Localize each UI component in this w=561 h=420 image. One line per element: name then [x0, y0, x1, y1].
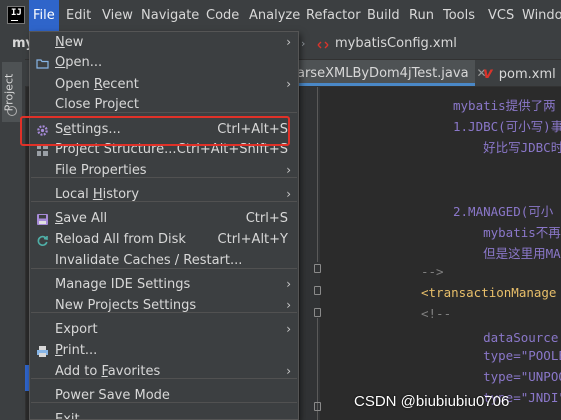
save-icon: [36, 212, 49, 225]
code-line: 2.MANAGED(可小: [453, 204, 554, 219]
menu-item-exit[interactable]: Exit: [30, 409, 298, 420]
menu-item-reload-all-from-disk[interactable]: Reload All from Disk Ctrl+Alt+Y: [30, 229, 298, 250]
project-toolwindow-tab[interactable]: Project: [2, 62, 22, 122]
tab-label: pom.xml (s: [498, 67, 561, 82]
menu-view[interactable]: View: [102, 0, 133, 31]
menu-item-label: Open Recent: [55, 77, 139, 92]
project-icon: [7, 106, 17, 116]
code-line: 但是这里用MA: [453, 246, 561, 261]
submenu-arrow-icon: ›: [286, 364, 291, 378]
menu-tools[interactable]: Tools: [443, 0, 475, 31]
code-line: type="UNPOOLED: [483, 369, 561, 384]
submenu-arrow-icon: ›: [286, 298, 291, 312]
menu-navigate[interactable]: Navigate: [141, 0, 199, 31]
menu-item-label: Invalidate Caches / Restart...: [55, 253, 243, 268]
fold-marker-icon[interactable]: [314, 286, 321, 295]
menu-item-label: Add to Favorites: [55, 364, 161, 379]
intellij-logo-icon[interactable]: IJ: [7, 6, 25, 24]
tab-pom-xml[interactable]: v pom.xml (s: [483, 60, 561, 86]
menu-run[interactable]: Run: [409, 0, 434, 31]
menu-item-label: Export: [55, 322, 98, 337]
menu-item-label: Print...: [55, 343, 98, 358]
menu-item-add-to-favorites[interactable]: Add to Favorites ›: [30, 361, 298, 382]
print-icon: [36, 344, 49, 357]
fold-marker-icon[interactable]: [314, 308, 321, 317]
menu-vcs[interactable]: VCS: [488, 0, 514, 31]
breadcrumb-file[interactable]: mybatisConfig.xml: [335, 36, 457, 51]
submenu-arrow-icon: ›: [286, 163, 291, 177]
menu-item-file-properties[interactable]: File Properties ›: [30, 160, 298, 181]
menu-item-label: Manage IDE Settings: [55, 277, 191, 292]
code-line: mybatis提供了两: [453, 98, 556, 113]
menu-item-open[interactable]: Open...: [30, 52, 298, 73]
menu-item-label: Local History: [55, 187, 140, 202]
code-editor[interactable]: mybatis提供了两 1.JDBC(可小写)事 好比写JDBC时 2.MANAGE…: [321, 87, 561, 420]
fold-marker-icon[interactable]: [314, 264, 321, 273]
submenu-arrow-icon: ›: [286, 277, 291, 291]
menu-item-print[interactable]: Print...: [30, 340, 298, 361]
folder-icon: [36, 56, 49, 69]
left-tool-strip: Project: [0, 59, 26, 420]
menu-item-save-all[interactable]: Save All Ctrl+S: [30, 208, 298, 229]
fold-guide: [317, 87, 318, 262]
menu-code[interactable]: Code: [206, 0, 239, 31]
menu-item-new[interactable]: New ›: [30, 32, 298, 53]
menu-bar: IJ File Edit View Navigate Code Analyze Refact…: [0, 0, 561, 32]
menu-item-new-projects-settings[interactable]: New Projects Settings ›: [30, 295, 298, 316]
code-line: <transactionManage: [421, 285, 557, 300]
code-line: 1.JDBC(可小写)事: [453, 119, 561, 134]
breadcrumb-chevron-icon: ›: [301, 37, 306, 50]
submenu-arrow-icon: ›: [286, 35, 291, 49]
menu-item-manage-ide-settings[interactable]: Manage IDE Settings ›: [30, 274, 298, 295]
fold-marker-icon[interactable]: [314, 402, 321, 411]
settings-highlight-box: [20, 116, 290, 146]
menu-item-label: Reload All from Disk: [55, 232, 186, 247]
menu-item-export[interactable]: Export ›: [30, 319, 298, 340]
menu-item-power-save-mode[interactable]: Power Save Mode: [30, 385, 298, 406]
menu-window[interactable]: Window: [522, 0, 561, 31]
menu-item-label: New Projects Settings: [55, 298, 197, 313]
menu-item-invalidate-caches-restart[interactable]: Invalidate Caches / Restart...: [30, 250, 298, 271]
code-line: dataSource:数据: [483, 330, 561, 345]
submenu-arrow-icon: ›: [286, 187, 291, 201]
menu-item-label: Close Project: [55, 97, 140, 112]
watermark: CSDN @biubiubiu0706: [354, 393, 510, 410]
shortcut-label: Ctrl+Alt+Y: [217, 232, 288, 247]
xml-file-icon: [317, 41, 329, 49]
maven-icon: v: [483, 64, 493, 82]
file-menu-dropdown: New › Open... Open Recent › Close Project Sett…: [29, 31, 299, 420]
menu-item-local-history[interactable]: Local History ›: [30, 184, 298, 205]
menu-item-label: File Properties: [55, 163, 147, 178]
code-line: mybatis不再: [453, 225, 561, 240]
menu-file[interactable]: File: [29, 0, 59, 31]
code-line: -->: [421, 264, 444, 279]
code-line: 好比写JDBC时: [453, 140, 561, 155]
menu-item-label: Power Save Mode: [55, 388, 170, 403]
menu-item-label: New: [55, 35, 84, 50]
menu-edit[interactable]: Edit: [66, 0, 91, 31]
code-line: <!--: [421, 306, 452, 321]
code-line: type="POOLED": [483, 348, 561, 363]
menu-item-open-recent[interactable]: Open Recent ›: [30, 74, 298, 95]
menu-build[interactable]: Build: [367, 0, 400, 31]
tab-parse-xml-test[interactable]: arseXMLByDom4jTest.java ✕: [295, 60, 487, 86]
menu-item-label: Open...: [55, 55, 103, 70]
menu-item-label: Save All: [55, 211, 108, 226]
submenu-arrow-icon: ›: [286, 322, 291, 336]
submenu-arrow-icon: ›: [286, 77, 291, 91]
shortcut-label: Ctrl+S: [245, 211, 288, 226]
menu-item-close-project[interactable]: Close Project: [30, 94, 298, 115]
reload-icon: [36, 233, 49, 246]
menu-item-label: Exit: [55, 412, 80, 420]
menu-refactor[interactable]: Refactor: [306, 0, 361, 31]
menu-analyze[interactable]: Analyze: [249, 0, 300, 31]
tab-label: arseXMLByDom4jTest.java: [297, 66, 469, 81]
